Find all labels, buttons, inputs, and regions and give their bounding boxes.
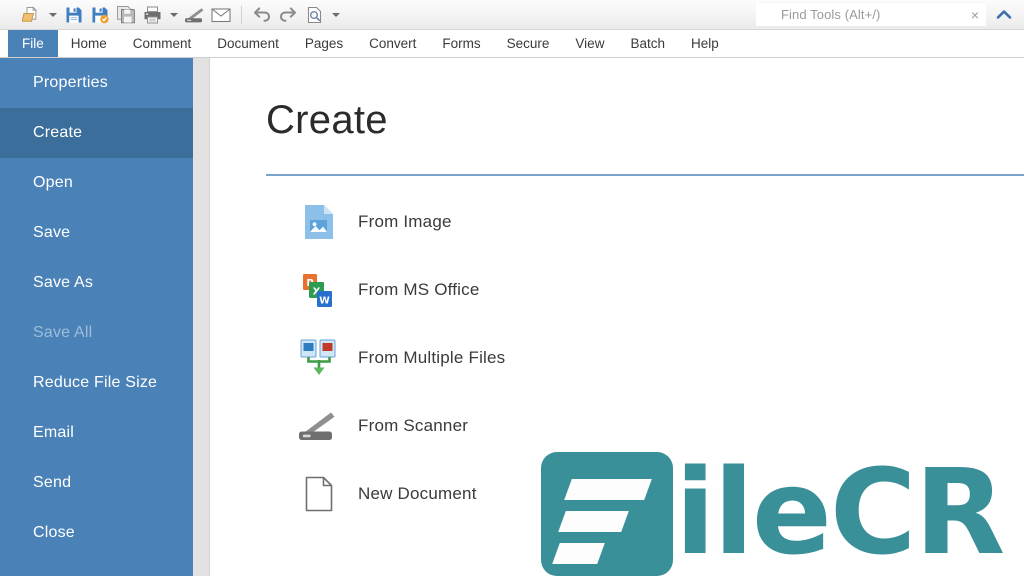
print-icon[interactable] [139,2,165,28]
create-option-label: From Image [358,212,452,231]
sidebar-item-email[interactable]: Email [0,408,193,458]
collapse-ribbon-chevron-icon[interactable] [990,0,1018,29]
open-file-icon[interactable] [18,2,44,28]
sidebar-item-save[interactable]: Save [0,208,193,258]
svg-text:W: W [319,296,330,307]
sidebar-scrollbar[interactable] [193,58,210,576]
multiple-files-merge-icon [296,335,342,381]
create-option-from-multiple-files[interactable]: From Multiple Files [210,324,1024,392]
qat-file-group [0,0,234,29]
create-options-list: From Image P X W From MS Office [210,188,1024,528]
save-as-icon[interactable] [87,2,113,28]
tab-convert[interactable]: Convert [356,30,429,57]
quick-access-toolbar: Find Tools (Alt+/) × [0,0,1024,30]
qat-history-group [249,0,344,29]
tab-pages[interactable]: Pages [292,30,356,57]
sidebar-item-reduce-file-size[interactable]: Reduce File Size [0,358,193,408]
ms-office-icon: P X W [296,267,342,313]
save-icon[interactable] [61,2,87,28]
create-option-label: From Scanner [358,416,469,435]
image-document-icon [296,199,342,245]
scanner-icon [296,403,342,449]
sidebar-item-send[interactable]: Send [0,458,193,508]
find-tools-box[interactable]: Find Tools (Alt+/) × [756,3,986,26]
tab-view[interactable]: View [562,30,617,57]
tab-comment[interactable]: Comment [120,30,205,57]
find-tools-placeholder: Find Tools (Alt+/) [781,7,881,22]
create-option-from-image[interactable]: From Image [210,188,1024,256]
create-option-label: New Document [358,484,477,503]
open-dropdown-chevron-icon[interactable] [44,2,61,28]
save-all-icon[interactable] [113,2,139,28]
ocr-preview-icon[interactable] [301,2,327,28]
sidebar-item-close[interactable]: Close [0,508,193,558]
create-option-label: From Multiple Files [358,348,506,367]
undo-icon[interactable] [249,2,275,28]
sidebar-item-properties[interactable]: Properties [0,58,193,108]
more-commands-chevron-icon[interactable] [327,2,344,28]
tab-help[interactable]: Help [678,30,732,57]
create-option-from-scanner[interactable]: From Scanner [210,392,1024,460]
title-divider [266,174,1024,176]
redo-icon[interactable] [275,2,301,28]
create-pane: Create From Image P [210,58,1024,576]
file-menu-sidebar: Properties Create Open Save Save As Save… [0,58,193,576]
blank-document-icon [296,471,342,517]
toolbar-separator [241,5,242,24]
tab-file[interactable]: File [8,30,58,57]
tab-secure[interactable]: Secure [494,30,563,57]
tab-forms[interactable]: Forms [429,30,493,57]
page-title: Create [266,98,388,142]
ribbon-tab-bar: File Home Comment Document Pages Convert… [0,30,1024,58]
find-tools-close-icon[interactable]: × [971,8,979,22]
print-dropdown-chevron-icon[interactable] [165,2,182,28]
create-option-new-document[interactable]: New Document [210,460,1024,528]
sidebar-item-create[interactable]: Create [0,108,193,158]
sidebar-item-save-all: Save All [33,324,93,341]
tab-batch[interactable]: Batch [617,30,678,57]
tab-document[interactable]: Document [204,30,292,57]
sidebar-item-save-as[interactable]: Save As [0,258,193,308]
email-icon[interactable] [208,2,234,28]
tab-home[interactable]: Home [58,30,120,57]
sidebar-item-open[interactable]: Open [0,158,193,208]
create-option-from-ms-office[interactable]: P X W From MS Office [210,256,1024,324]
create-option-label: From MS Office [358,280,480,299]
scanner-icon[interactable] [182,2,208,28]
